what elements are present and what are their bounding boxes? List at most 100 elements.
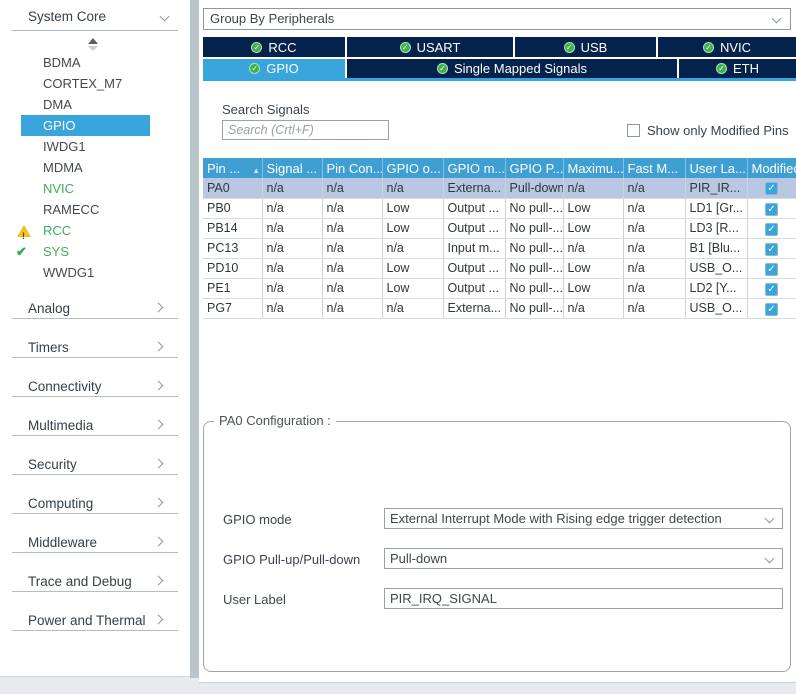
table-cell[interactable]: n/a bbox=[262, 238, 322, 258]
sidebar-item-wwdg1[interactable]: WWDG1 bbox=[0, 262, 190, 283]
table-cell[interactable]: n/a bbox=[322, 278, 382, 298]
table-cell[interactable]: Low bbox=[563, 258, 623, 278]
sidebar-category-trace-and-debug[interactable]: Trace and Debug bbox=[0, 565, 190, 604]
table-cell[interactable]: Low bbox=[563, 218, 623, 238]
table-cell[interactable]: Output ... bbox=[443, 258, 505, 278]
checkbox-unchecked[interactable] bbox=[627, 124, 640, 137]
table-cell[interactable]: PB14 bbox=[203, 218, 262, 238]
table-cell[interactable]: Low bbox=[382, 278, 443, 298]
modified-checkbox-checked[interactable] bbox=[765, 182, 778, 195]
table-cell[interactable]: n/a bbox=[623, 198, 685, 218]
table-cell[interactable]: n/a bbox=[322, 298, 382, 318]
sidebar-item-iwdg1[interactable]: IWDG1 bbox=[0, 136, 190, 157]
modified-checkbox-checked[interactable] bbox=[765, 243, 778, 256]
table-cell[interactable]: n/a bbox=[262, 258, 322, 278]
table-cell[interactable]: PD10 bbox=[203, 258, 262, 278]
show-only-modified-filter[interactable]: Show only Modified Pins bbox=[627, 123, 795, 138]
column-header-modified[interactable]: Modified bbox=[747, 158, 796, 178]
sidebar-item-bdma[interactable]: BDMA bbox=[0, 52, 190, 73]
table-cell-modified[interactable] bbox=[747, 238, 796, 258]
table-cell[interactable]: n/a bbox=[563, 298, 623, 318]
column-header-gpio-output[interactable]: GPIO o... bbox=[382, 158, 443, 178]
user-label-input[interactable] bbox=[384, 588, 783, 609]
table-cell[interactable]: USB_O... bbox=[685, 258, 747, 278]
table-cell[interactable]: n/a bbox=[563, 178, 623, 198]
table-cell[interactable]: n/a bbox=[382, 238, 443, 258]
table-cell-modified[interactable] bbox=[747, 258, 796, 278]
table-cell[interactable]: No pull-... bbox=[505, 198, 563, 218]
table-row-pg7[interactable]: PG7 n/a n/a n/a Externa... No pull-... n… bbox=[203, 298, 796, 318]
table-cell[interactable]: n/a bbox=[623, 178, 685, 198]
modified-checkbox-checked[interactable] bbox=[765, 263, 778, 276]
table-row-pa0[interactable]: PA0 n/a n/a n/a Externa... Pull-down n/a… bbox=[203, 178, 796, 198]
list-sort-icon[interactable] bbox=[88, 38, 98, 50]
table-cell[interactable]: PC13 bbox=[203, 238, 262, 258]
column-header-signal[interactable]: Signal ... bbox=[262, 158, 322, 178]
table-cell[interactable]: LD1 [Gr... bbox=[685, 198, 747, 218]
tab-eth[interactable]: ETH bbox=[679, 59, 796, 78]
column-header-fast-mode[interactable]: Fast M... bbox=[623, 158, 685, 178]
panel-splitter[interactable] bbox=[190, 0, 199, 678]
table-cell[interactable]: n/a bbox=[623, 218, 685, 238]
table-cell[interactable]: Low bbox=[382, 218, 443, 238]
group-by-dropdown[interactable]: Group By Peripherals bbox=[203, 8, 791, 30]
sidebar-item-nvic[interactable]: NVIC bbox=[0, 178, 190, 199]
column-header-gpio-pull[interactable]: GPIO P... bbox=[505, 158, 563, 178]
table-cell[interactable]: n/a bbox=[322, 198, 382, 218]
table-cell[interactable]: No pull-... bbox=[505, 298, 563, 318]
search-input[interactable] bbox=[222, 120, 389, 140]
table-cell[interactable]: No pull-... bbox=[505, 278, 563, 298]
sidebar-category-power-and-thermal[interactable]: Power and Thermal bbox=[0, 604, 190, 643]
table-cell-modified[interactable] bbox=[747, 198, 796, 218]
sidebar-item-sys[interactable]: ✔SYS bbox=[0, 241, 190, 262]
tab-single-mapped-signals[interactable]: Single Mapped Signals bbox=[347, 59, 677, 78]
column-header-user-label[interactable]: User La... bbox=[685, 158, 747, 178]
table-cell[interactable]: Low bbox=[563, 278, 623, 298]
table-cell[interactable]: PE1 bbox=[203, 278, 262, 298]
tab-usart[interactable]: USART bbox=[347, 37, 513, 57]
table-row-pe1[interactable]: PE1 n/a n/a Low Output ... No pull-... L… bbox=[203, 278, 796, 298]
table-cell[interactable]: PIR_IR... bbox=[685, 178, 747, 198]
table-cell[interactable]: n/a bbox=[322, 218, 382, 238]
table-cell[interactable]: USB_O... bbox=[685, 298, 747, 318]
table-cell[interactable]: n/a bbox=[262, 278, 322, 298]
table-cell-modified[interactable] bbox=[747, 278, 796, 298]
sidebar-category-analog[interactable]: Analog bbox=[0, 292, 190, 331]
table-cell[interactable]: Input m... bbox=[443, 238, 505, 258]
table-cell[interactable]: PG7 bbox=[203, 298, 262, 318]
table-cell[interactable]: n/a bbox=[262, 198, 322, 218]
table-cell[interactable]: Low bbox=[382, 198, 443, 218]
table-cell[interactable]: Low bbox=[382, 258, 443, 278]
table-row-pc13[interactable]: PC13 n/a n/a n/a Input m... No pull-... … bbox=[203, 238, 796, 258]
sidebar-category-security[interactable]: Security bbox=[0, 448, 190, 487]
table-cell[interactable]: Externa... bbox=[443, 298, 505, 318]
table-cell[interactable]: Low bbox=[563, 198, 623, 218]
sidebar-item-cortex-m7[interactable]: CORTEX_M7 bbox=[0, 73, 190, 94]
table-cell[interactable]: n/a bbox=[322, 178, 382, 198]
table-cell[interactable]: PA0 bbox=[203, 178, 262, 198]
column-header-max-speed[interactable]: Maximu... bbox=[563, 158, 623, 178]
column-header-pin-context[interactable]: Pin Con... bbox=[322, 158, 382, 178]
tab-nvic[interactable]: NVIC bbox=[658, 37, 796, 57]
table-cell-modified[interactable] bbox=[747, 298, 796, 318]
sidebar-category-timers[interactable]: Timers bbox=[0, 331, 190, 370]
table-cell[interactable]: n/a bbox=[382, 298, 443, 318]
modified-checkbox-checked[interactable] bbox=[765, 303, 778, 316]
modified-checkbox-checked[interactable] bbox=[765, 223, 778, 236]
sidebar-category-multimedia[interactable]: Multimedia bbox=[0, 409, 190, 448]
table-cell[interactable]: n/a bbox=[623, 238, 685, 258]
tab-gpio[interactable]: GPIO bbox=[203, 59, 345, 78]
table-cell[interactable]: n/a bbox=[262, 298, 322, 318]
table-cell[interactable]: n/a bbox=[623, 258, 685, 278]
table-cell[interactable]: Externa... bbox=[443, 178, 505, 198]
sidebar-section-system-core[interactable]: System Core bbox=[28, 9, 168, 24]
sidebar-item-ramecc[interactable]: RAMECC bbox=[0, 199, 190, 220]
sidebar-item-gpio[interactable]: GPIO bbox=[21, 115, 150, 136]
sidebar-item-mdma[interactable]: MDMA bbox=[0, 157, 190, 178]
table-cell[interactable]: PB0 bbox=[203, 198, 262, 218]
column-header-pin[interactable]: Pin ... bbox=[203, 158, 262, 178]
table-cell[interactable]: n/a bbox=[623, 278, 685, 298]
table-cell[interactable]: n/a bbox=[563, 238, 623, 258]
table-row-pd10[interactable]: PD10 n/a n/a Low Output ... No pull-... … bbox=[203, 258, 796, 278]
table-cell[interactable]: n/a bbox=[262, 218, 322, 238]
